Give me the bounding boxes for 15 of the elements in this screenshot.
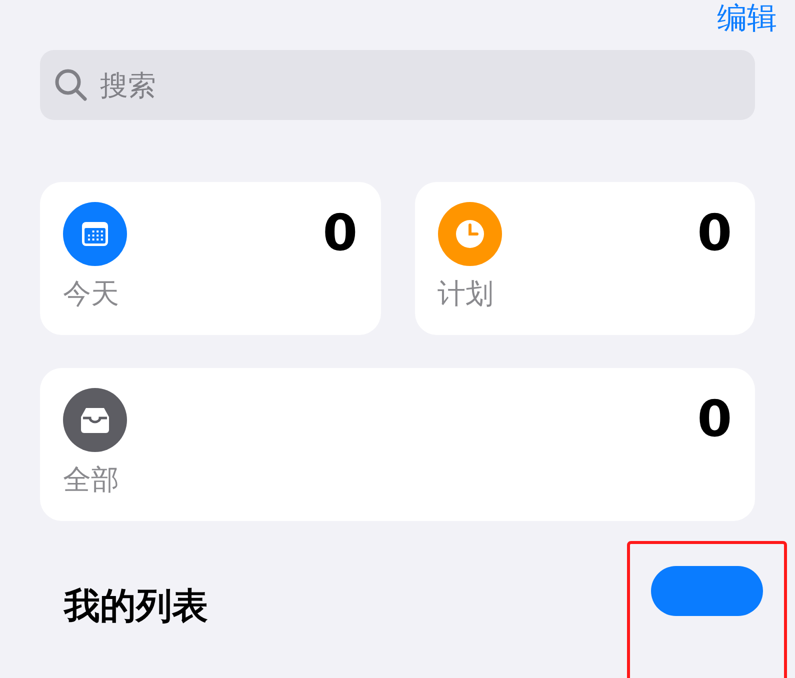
smart-list-card[interactable]: 0 全部 — [40, 368, 755, 521]
count: 0 — [322, 208, 358, 258]
count: 0 — [697, 208, 732, 258]
list-label: 计划 — [438, 280, 494, 308]
smart-list-card[interactable]: 0 计划 — [414, 182, 755, 335]
edit-button[interactable]: 编辑 — [717, 4, 777, 34]
search-icon — [54, 68, 88, 102]
search-field[interactable]: 搜索 — [40, 50, 755, 120]
list-label: 今天 — [63, 280, 120, 308]
upgrade-button[interactable] — [651, 566, 763, 616]
smart-list-card[interactable]: 0 今天 — [40, 182, 380, 335]
count: 0 — [697, 394, 732, 444]
list-label: 全部 — [63, 466, 120, 494]
section-title: 我的列表 — [64, 589, 208, 625]
calendar-icon — [80, 219, 110, 249]
